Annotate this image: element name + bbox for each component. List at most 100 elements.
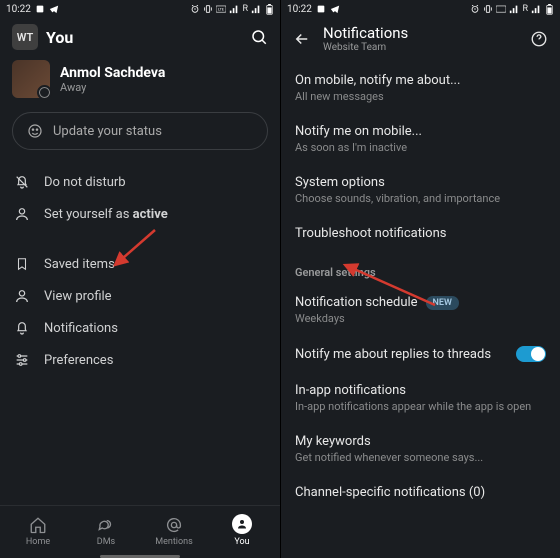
notif-icon [316,4,326,14]
menu-label: Saved items [44,257,115,272]
nav-label: Home [26,537,50,547]
signal-icon [229,4,239,14]
setting-title: Notification schedule NEW [295,295,546,310]
threads-toggle[interactable] [516,346,546,362]
nav-label: Mentions [155,537,192,547]
presence-icon [14,206,30,222]
setting-title: In-app notifications [295,383,546,398]
settings-list: On mobile, notify me about... All new me… [281,63,560,558]
home-icon [29,516,47,534]
back-icon[interactable] [293,30,311,48]
menu-set-active[interactable]: Set yourself as active [0,198,280,230]
setting-title: Notify me on mobile... [295,124,546,139]
setting-sub: Weekdays [295,312,546,325]
menu-group-1: Do not disturb Set yourself as active [0,162,280,234]
workspace-badge[interactable]: WT [12,24,38,50]
status-bar: 10:22 LTE R [0,0,280,18]
status-time: 10:22 [6,4,31,15]
nav-dms[interactable]: DMs [72,516,140,547]
setting-schedule[interactable]: Notification schedule NEW Weekdays [281,285,560,336]
right-phone: 10:22 R Notifications Website Team On mo… [280,0,560,558]
menu-dnd[interactable]: Do not disturb [0,166,280,198]
header-title: Notifications [323,24,518,42]
network-label: R [522,4,528,14]
user-icon [14,288,30,304]
section-general: General settings [281,252,560,285]
setting-sub: In-app notifications appear while the ap… [295,400,546,413]
setting-inapp[interactable]: In-app notifications In-app notification… [281,373,560,424]
setting-title: Channel-specific notifications (0) [295,485,546,500]
setting-channel-specific[interactable]: Channel-specific notifications (0) [281,475,560,511]
setting-keywords[interactable]: My keywords Get notified whenever someon… [281,424,560,475]
setting-sub: All new messages [295,90,546,103]
status-time: 10:22 [287,4,312,15]
vibrate-icon [203,4,213,14]
menu-label: Set yourself as active [44,207,168,222]
setting-title: On mobile, notify me about... [295,73,546,88]
menu-group-2: Saved items View profile Notifications P… [0,244,280,380]
vibrate-icon [483,4,493,14]
bottom-nav: Home DMs Mentions You [0,505,280,553]
status-placeholder: Update your status [53,124,162,139]
setting-title: My keywords [295,434,546,449]
help-icon[interactable] [530,30,548,48]
setting-system-options[interactable]: System options Choose sounds, vibration,… [281,165,560,216]
signal-icon [509,4,519,14]
network-label: R [242,4,248,14]
menu-label: View profile [44,289,112,304]
nav-you[interactable]: You [208,514,276,547]
setting-sub: As soon as I'm inactive [295,141,546,154]
you-header: WT You [0,18,280,60]
page-title: You [46,28,242,47]
setting-sub: Choose sounds, vibration, and importance [295,192,546,205]
alarm-icon [470,4,480,14]
profile-row[interactable]: Anmol Sachdeva Away [0,60,280,108]
new-badge: NEW [426,296,459,310]
nav-label: DMs [97,537,115,547]
menu-preferences[interactable]: Preferences [0,344,280,376]
bookmark-icon [14,256,30,272]
menu-saved[interactable]: Saved items [0,248,280,280]
bell-off-icon [14,174,30,190]
header-subtitle: Website Team [323,42,518,53]
dms-icon [97,516,115,534]
setting-sub: Get notified whenever someone says... [295,451,546,464]
status-bar: 10:22 R [281,0,560,18]
signal2-icon [531,4,541,14]
bell-icon [14,320,30,336]
menu-notifications[interactable]: Notifications [0,312,280,344]
avatar [12,60,50,98]
menu-label: Notifications [44,321,118,336]
sliders-icon [14,352,30,368]
menu-label: Do not disturb [44,175,126,190]
you-icon [232,514,252,534]
setting-title: Troubleshoot notifications [295,226,546,241]
notifications-header: Notifications Website Team [281,18,560,63]
telegram-icon [49,4,59,14]
search-icon[interactable] [250,28,268,46]
emoji-icon [27,123,43,139]
battery-icon [544,4,554,14]
battery-icon [264,4,274,14]
nav-home[interactable]: Home [4,516,72,547]
setting-on-mobile[interactable]: On mobile, notify me about... All new me… [281,63,560,114]
setting-title: System options [295,175,546,190]
setting-troubleshoot[interactable]: Troubleshoot notifications [281,216,560,252]
nav-mentions[interactable]: Mentions [140,516,208,547]
notif-icon [35,4,45,14]
setting-threads[interactable]: Notify me about replies to threads [281,336,560,373]
alarm-icon [190,4,200,14]
telegram-icon [330,4,340,14]
signal2-icon [251,4,261,14]
volte-icon: LTE [216,4,226,14]
left-phone: 10:22 LTE R WT You Anmol Sachdeva [0,0,280,558]
profile-name: Anmol Sachdeva [60,65,165,81]
profile-presence: Away [60,81,165,94]
volte-icon [496,4,506,14]
setting-notify-mobile[interactable]: Notify me on mobile... As soon as I'm in… [281,114,560,165]
at-icon [165,516,183,534]
svg-text:LTE: LTE [219,7,225,11]
menu-label: Preferences [44,353,113,368]
menu-view-profile[interactable]: View profile [0,280,280,312]
update-status[interactable]: Update your status [12,112,268,150]
